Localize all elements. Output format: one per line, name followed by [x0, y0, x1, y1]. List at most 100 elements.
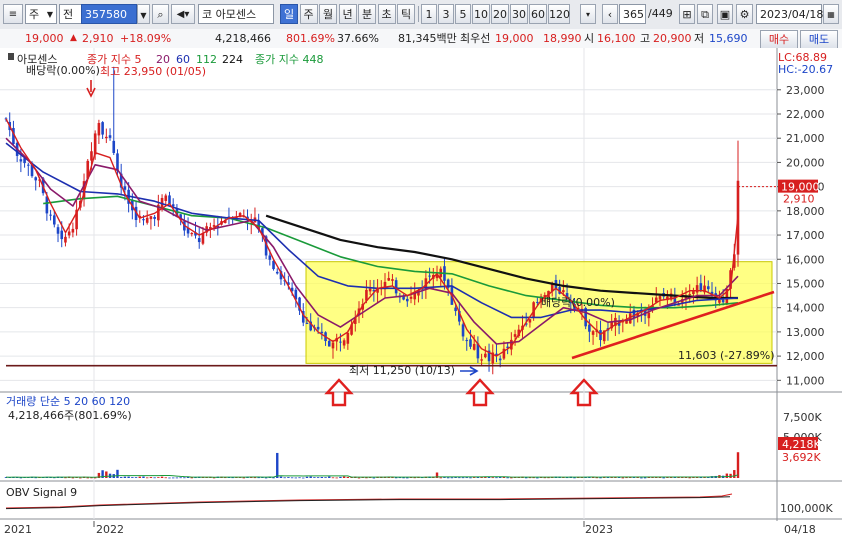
candle-body	[706, 286, 710, 290]
period-button[interactable]: 초	[377, 4, 396, 24]
candle-body	[45, 196, 49, 214]
candle-body	[268, 255, 272, 260]
candle-body	[688, 294, 691, 296]
high-marker-label: 최고 23,950 (01/05)	[100, 65, 206, 78]
volume-bar	[320, 476, 324, 478]
candle-body	[339, 341, 342, 343]
volume-bar	[357, 477, 361, 479]
speaker-icon[interactable]: ◀▾	[171, 4, 195, 24]
high-price: 20,900	[653, 32, 692, 45]
obv-pane-title: OBV Signal 9	[6, 486, 77, 499]
price-tick-label: 20,000	[786, 156, 825, 169]
candle-body	[536, 301, 539, 303]
volume-bar	[302, 477, 305, 479]
stock-chart[interactable]: 아모센스 종가 지수 5 20 60 112 224 종가 지수 448 배당락…	[0, 48, 842, 539]
search-icon[interactable]: ⌕	[152, 4, 169, 24]
volume-bar	[506, 477, 509, 479]
interval-button[interactable]: 3	[438, 4, 454, 24]
stock-name-field[interactable]: 코 아모센스	[198, 4, 274, 24]
market-select[interactable]: 주 ▼	[25, 4, 57, 24]
period-button[interactable]: 주	[299, 4, 318, 24]
volume-bar	[179, 477, 182, 479]
volume-pane-title-text: 거래량 단순 5 20 60 120	[6, 395, 130, 408]
toolbar-divider	[418, 6, 419, 22]
volume-bar	[264, 477, 268, 479]
gear-icon[interactable]: ⚙	[736, 4, 753, 24]
candle-body	[391, 279, 394, 281]
volume-bar	[131, 477, 134, 478]
period-button[interactable]: 틱	[397, 4, 415, 24]
amount: 81,345백만	[398, 32, 457, 45]
period-button[interactable]: 일	[280, 4, 298, 24]
price-tick-label: 17,000	[786, 229, 825, 242]
period-button[interactable]: 월	[319, 4, 337, 24]
interval-button[interactable]: 60	[529, 4, 547, 24]
interval-button[interactable]: 120	[548, 4, 570, 24]
candle-body	[197, 238, 201, 243]
candle-body	[26, 164, 30, 166]
calendar-icon[interactable]: ▦	[823, 4, 839, 24]
candle-body	[60, 230, 64, 240]
volume-bar	[525, 477, 528, 479]
volume-bar	[242, 477, 246, 479]
candle-body	[316, 326, 320, 330]
candle-body	[153, 216, 156, 219]
price-tick-label: 18,000	[786, 205, 825, 218]
volume-bar	[127, 476, 130, 478]
candle-body	[409, 296, 413, 299]
candle-body	[97, 123, 101, 136]
volume-bar	[287, 477, 290, 478]
candle-body	[387, 278, 391, 281]
candle-body	[64, 236, 67, 243]
interval-button[interactable]: 5	[455, 4, 471, 24]
volume-bar	[640, 477, 643, 479]
price-tick-label: 23,000	[786, 84, 825, 97]
menu-icon[interactable]: ≡	[3, 4, 23, 24]
count-input[interactable]: 365	[619, 4, 646, 24]
volume-bar	[331, 477, 335, 479]
buy-button[interactable]: 매수	[760, 30, 798, 49]
candle-body	[591, 331, 595, 335]
price-tick-label: 12,000	[786, 350, 825, 363]
date-input[interactable]: 2023/04/18	[756, 4, 823, 24]
period-button[interactable]: 분	[358, 4, 376, 24]
market-prefix: 코	[202, 8, 213, 21]
current-price: 19,000	[25, 32, 64, 45]
candle-body	[116, 153, 119, 171]
volume-tick: 7,500K	[783, 411, 822, 424]
volume-bar	[736, 452, 740, 478]
volume-bar	[372, 477, 376, 479]
volume-bar	[164, 477, 167, 479]
interval-button[interactable]: 20	[491, 4, 509, 24]
interval-button[interactable]: 30	[510, 4, 528, 24]
candle-body	[67, 231, 71, 236]
candle-body	[513, 334, 517, 337]
volume-bar	[458, 477, 461, 479]
interval-button[interactable]: 10	[472, 4, 490, 24]
bid-price-2: 18,990	[543, 32, 582, 45]
grid-icon[interactable]: ⊞	[679, 4, 695, 24]
stock-code-input[interactable]: 357580	[81, 4, 137, 24]
copy-icon[interactable]: ⧉	[697, 4, 713, 24]
open-label: 시	[584, 32, 595, 45]
candle-body	[275, 271, 279, 274]
candle-body	[346, 332, 350, 344]
stock-code-dropdown[interactable]: ▼	[137, 4, 150, 24]
interval-settings-button[interactable]: ▾	[580, 4, 596, 24]
candle-body	[168, 195, 171, 204]
candle-body	[428, 275, 431, 277]
volume-bar	[123, 476, 127, 478]
price-tick-label: 22,000	[786, 108, 825, 121]
candle-body	[171, 204, 175, 207]
sell-button[interactable]: 매도	[800, 30, 838, 49]
candle-body	[108, 135, 112, 138]
volume-pane-title: 거래량 단순 5 20 60 120	[6, 395, 130, 408]
scroll-left-icon[interactable]: ‹	[602, 4, 618, 24]
period-button[interactable]: 년	[338, 4, 357, 24]
volume-bar	[346, 476, 350, 478]
volume-bar	[119, 477, 123, 478]
save-icon[interactable]: ▣	[717, 4, 733, 24]
total-count: /449	[648, 7, 673, 20]
candle-body	[71, 228, 75, 233]
interval-button[interactable]: 1	[421, 4, 437, 24]
